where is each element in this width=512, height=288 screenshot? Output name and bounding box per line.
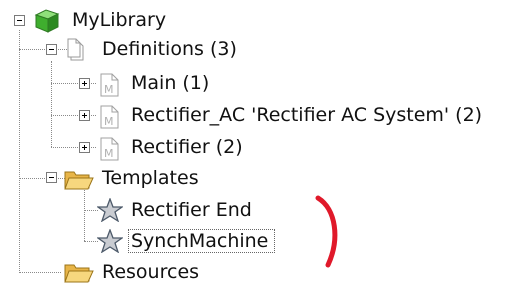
library-tree-view: MyLibrary Definitions (3) M Main (1) M R…: [0, 0, 512, 288]
library-icon: [32, 8, 62, 38]
tree-node-rectifier-end[interactable]: Rectifier End: [0, 197, 280, 223]
tree-node-rectifier-ac[interactable]: M Rectifier_AC 'Rectifier AC System' (2): [0, 103, 510, 129]
tree-node-label: MyLibrary: [72, 9, 167, 31]
tree-node-label: Rectifier End: [131, 199, 252, 221]
model-file-icon: M: [98, 105, 120, 133]
svg-text:M: M: [104, 147, 114, 160]
tree-node-rectifier[interactable]: M Rectifier (2): [0, 135, 260, 161]
collapse-toggle[interactable]: [14, 15, 25, 26]
collapse-toggle[interactable]: [46, 44, 57, 55]
model-file-icon: M: [98, 73, 120, 101]
red-bracket-mark: [310, 195, 340, 273]
open-folder-icon: [63, 260, 95, 288]
tree-node-label-selected: SynchMachine: [128, 229, 276, 253]
tree-node-label: Resources: [102, 261, 200, 283]
tree-node-label: Rectifier (2): [131, 136, 243, 158]
tree-node-mylibrary[interactable]: MyLibrary: [0, 8, 200, 33]
tree-node-definitions[interactable]: Definitions (3): [0, 38, 260, 62]
tree-node-resources[interactable]: Resources: [0, 260, 260, 284]
open-folder-icon: [63, 167, 95, 195]
star-icon: [95, 197, 125, 226]
tree-node-label: Rectifier_AC 'Rectifier AC System' (2): [131, 104, 483, 126]
expand-toggle[interactable]: [79, 78, 90, 89]
tree-node-templates[interactable]: Templates: [0, 166, 260, 190]
model-file-icon: M: [98, 137, 120, 165]
expand-toggle[interactable]: [79, 142, 90, 153]
tree-node-label: Templates: [102, 167, 199, 189]
tree-node-label: Definitions (3): [102, 38, 237, 60]
tree-node-synchmachine[interactable]: SynchMachine: [0, 228, 310, 254]
tree-node-label: Main (1): [131, 72, 210, 94]
svg-text:M: M: [104, 115, 114, 128]
tree-node-main[interactable]: M Main (1): [0, 71, 260, 97]
expand-toggle[interactable]: [79, 110, 90, 121]
svg-text:M: M: [104, 83, 114, 96]
collapse-toggle[interactable]: [46, 172, 57, 183]
star-icon: [95, 228, 125, 257]
document-icon: [66, 38, 86, 66]
